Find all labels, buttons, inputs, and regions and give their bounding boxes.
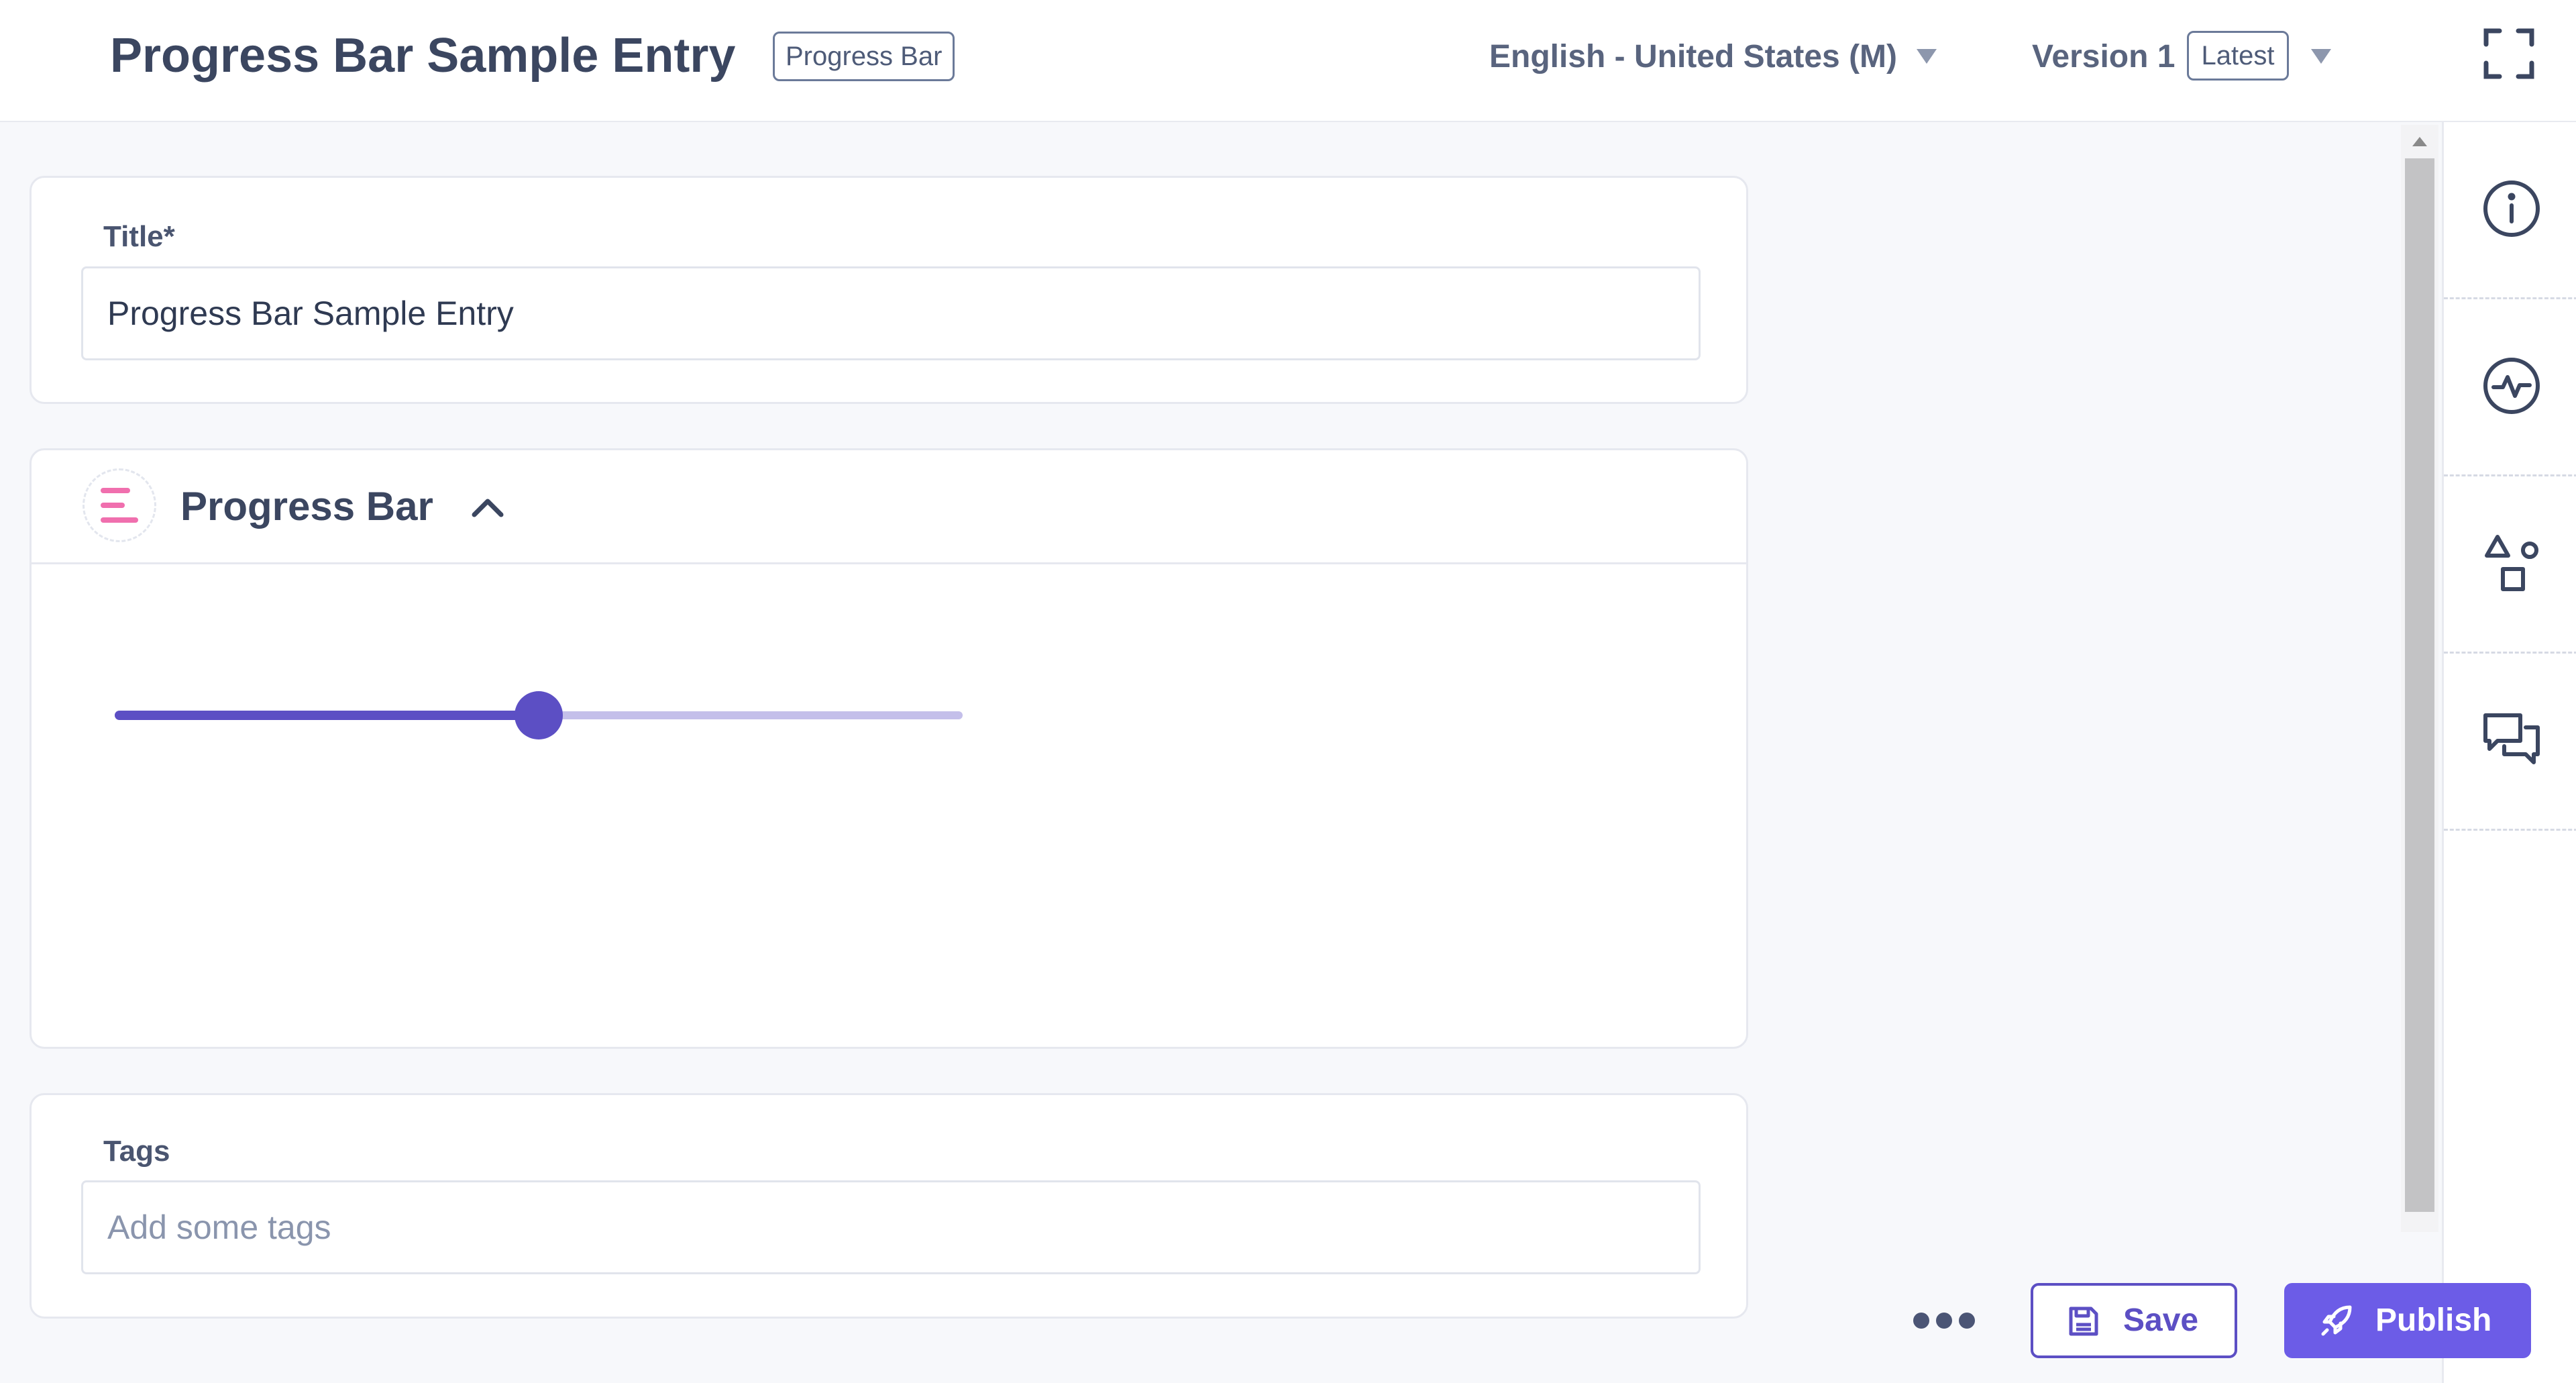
publish-label: Publish [2375, 1302, 2492, 1338]
slider-thumb[interactable] [515, 691, 563, 739]
shapes-icon [2485, 535, 2538, 591]
activity-icon [2483, 358, 2540, 414]
group-title: Progress Bar [180, 484, 433, 529]
activity-button[interactable] [2444, 299, 2576, 476]
save-label: Save [2123, 1302, 2199, 1338]
title-field-card: Title* Progress Bar Sample Entry [30, 176, 1748, 404]
version-dropdown-icon[interactable] [2311, 49, 2331, 64]
scroll-up-arrow-icon[interactable] [2412, 137, 2427, 146]
chevron-up-icon[interactable] [461, 485, 515, 528]
shapes-button[interactable] [2444, 476, 2576, 654]
rocket-icon [2321, 1305, 2352, 1336]
page-title: Progress Bar Sample Entry [110, 29, 736, 83]
info-button[interactable] [2444, 122, 2576, 299]
tags-input[interactable]: Add some tags [81, 1180, 1701, 1274]
content-type-badge[interactable]: Progress Bar [773, 32, 955, 81]
group-header: Progress Bar [32, 450, 1746, 564]
entry-header: Progress Bar Sample Entry Progress Bar E… [0, 0, 2576, 122]
version-selector[interactable]: Version 1 [2032, 35, 2175, 79]
vertical-scrollbar[interactable] [2401, 125, 2438, 1232]
group-lines-icon [83, 468, 156, 542]
title-input[interactable]: Progress Bar Sample Entry [81, 266, 1701, 360]
tags-label: Tags [103, 1135, 170, 1168]
slider-fill [115, 711, 539, 720]
floppy-icon [2069, 1307, 2098, 1336]
title-label: Title* [103, 220, 175, 253]
tags-field-card: Tags Add some tags [30, 1093, 1748, 1319]
fullscreen-icon[interactable] [2482, 27, 2536, 81]
locale-selector[interactable]: English - United States (M) [1489, 35, 1897, 79]
progress-bar-group: Progress Bar [30, 448, 1748, 1049]
comments-icon [2483, 713, 2540, 764]
comments-button[interactable] [2444, 654, 2576, 831]
locale-dropdown-icon[interactable] [1917, 49, 1937, 64]
right-sidebar [2442, 122, 2576, 1383]
progress-slider[interactable] [115, 688, 995, 742]
latest-badge: Latest [2187, 31, 2289, 81]
publish-button[interactable]: Publish [2284, 1283, 2531, 1358]
scrollbar-thumb[interactable] [2405, 158, 2434, 1212]
info-icon [2483, 181, 2540, 237]
save-button[interactable]: Save [2031, 1283, 2237, 1358]
more-dots-icon[interactable] [1911, 1307, 1978, 1331]
